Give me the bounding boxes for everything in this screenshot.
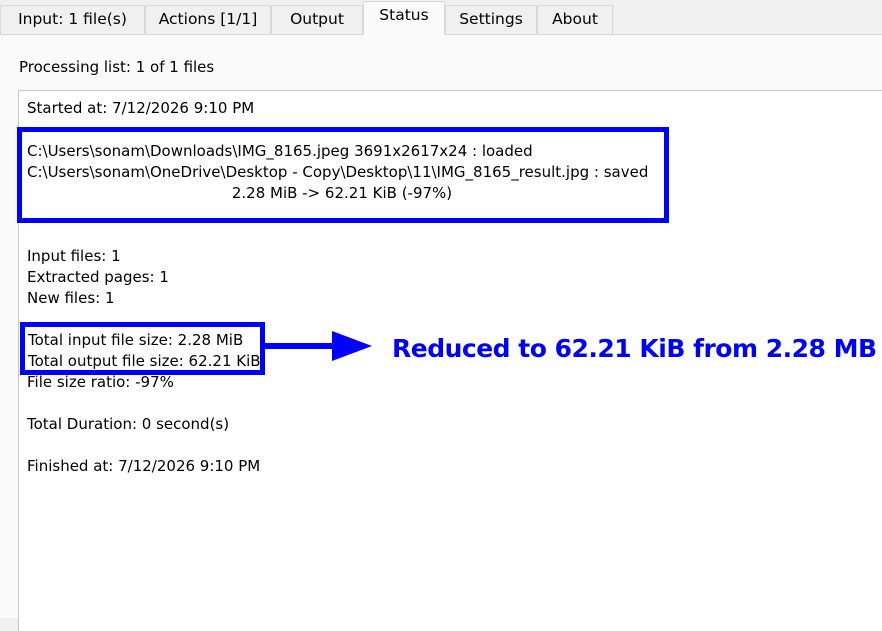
total-output-size-line: Total output file size: 62.21 KiB bbox=[28, 352, 261, 370]
extracted-pages-line: Extracted pages: 1 bbox=[27, 268, 169, 286]
tab-status[interactable]: Status bbox=[363, 1, 445, 35]
tab-settings[interactable]: Settings bbox=[445, 5, 537, 34]
log-line-size-change: 2.28 MiB -> 62.21 KiB (-97%) bbox=[231, 184, 453, 202]
total-input-size-line: Total input file size: 2.28 MiB bbox=[28, 331, 244, 349]
new-files-line: New files: 1 bbox=[27, 289, 115, 307]
tab-output[interactable]: Output bbox=[271, 5, 363, 34]
finished-at-line: Finished at: 7/12/2026 9:10 PM bbox=[27, 457, 261, 475]
tab-about[interactable]: About bbox=[537, 5, 613, 34]
log-line-loaded: C:\Users\sonam\Downloads\IMG_8165.jpeg 3… bbox=[27, 142, 533, 160]
processing-list-label: Processing list: 1 of 1 files bbox=[19, 58, 215, 76]
arrow-head-icon bbox=[332, 331, 372, 361]
started-at-line: Started at: 7/12/2026 9:10 PM bbox=[27, 99, 255, 117]
tab-input[interactable]: Input: 1 file(s) bbox=[0, 5, 145, 34]
total-duration-line: Total Duration: 0 second(s) bbox=[27, 415, 230, 433]
file-size-ratio-line: File size ratio: -97% bbox=[27, 373, 174, 391]
log-line-saved: C:\Users\sonam\OneDrive\Desktop - Copy\D… bbox=[27, 163, 649, 181]
arrow-right-icon bbox=[264, 343, 334, 349]
tab-bar: Input: 1 file(s) Actions [1/1] Output St… bbox=[0, 0, 882, 35]
input-files-line: Input files: 1 bbox=[27, 247, 121, 265]
tab-actions[interactable]: Actions [1/1] bbox=[145, 5, 271, 34]
annotation-text: Reduced to 62.21 KiB from 2.28 MB bbox=[392, 334, 877, 363]
